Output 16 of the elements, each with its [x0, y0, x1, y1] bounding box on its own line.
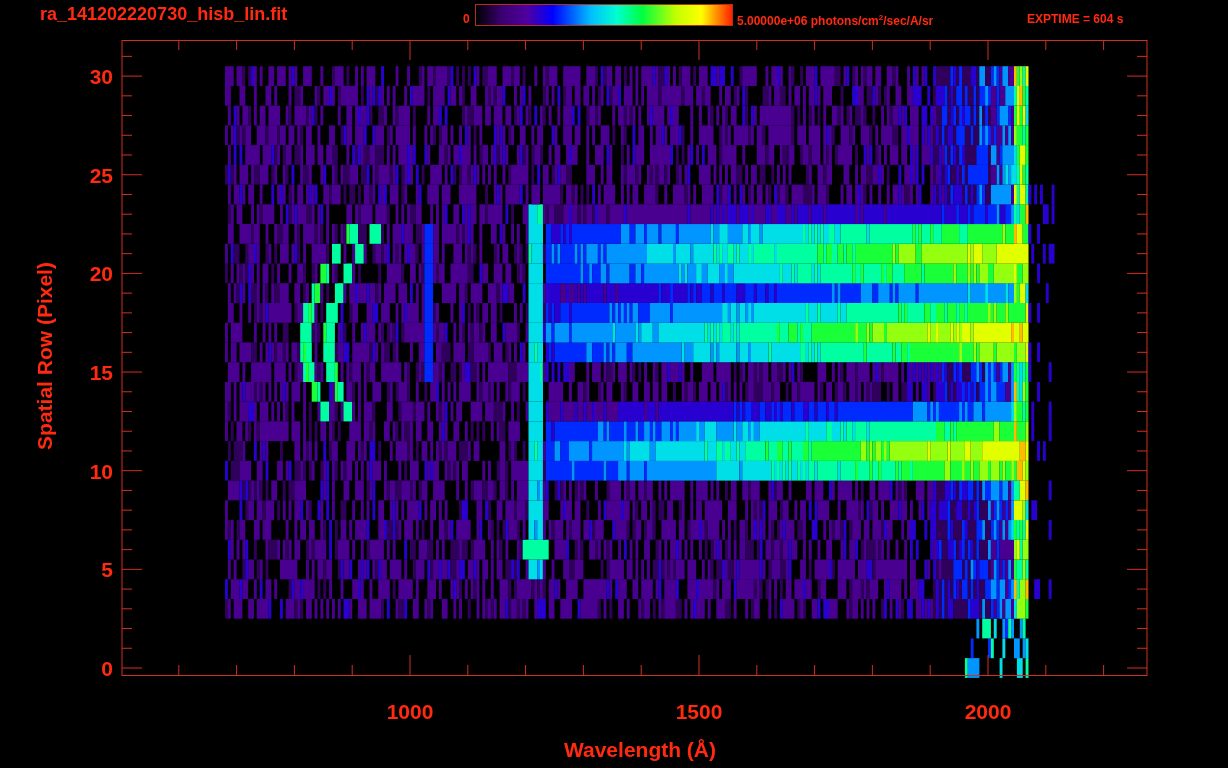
x-axis-label: Wavelength (Å)	[563, 738, 717, 761]
y-tick-label: 0	[101, 657, 113, 680]
y-tick-label: 20	[89, 262, 113, 286]
x-tick-label: 1000	[386, 700, 434, 723]
colorbar-min-label: 0	[463, 12, 471, 26]
x-tick-label: 1500	[675, 700, 723, 723]
y-tick-label: 25	[89, 163, 113, 187]
colorbar-max-label: 5.00000e+06 photons/cm$^{2}$/sec/A/sr	[737, 12, 935, 29]
file-title: ra_141202220730_hisb_lin.fit	[40, 4, 289, 24]
y-tick-label: 5	[101, 558, 113, 582]
exposure-time: EXPTIME = 604 s	[1027, 12, 1124, 26]
y-tick-label: 15	[89, 361, 113, 385]
y-tick-label: 30	[89, 65, 113, 89]
y-axis-label: Spatial Row (Pixel)	[33, 262, 56, 450]
y-tick-label: 10	[89, 459, 113, 483]
x-tick-label: 2000	[964, 700, 1012, 723]
